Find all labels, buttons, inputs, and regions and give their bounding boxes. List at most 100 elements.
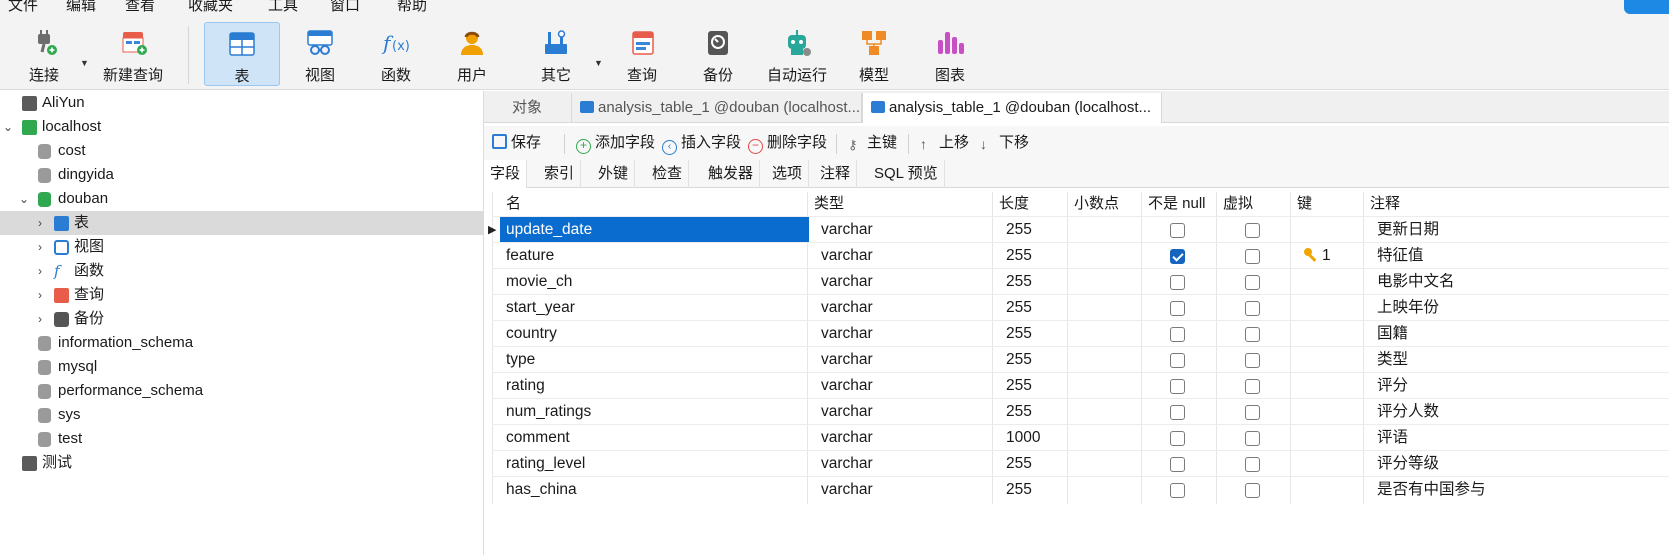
tree-item-aliyun[interactable]: AliYun <box>0 91 484 115</box>
menu-edit[interactable]: 编辑 <box>66 0 96 15</box>
automation-button[interactable]: 自动运行 <box>752 22 842 86</box>
move-up-button[interactable]: ↑ 上移 <box>920 134 969 152</box>
table-row[interactable]: country varchar 255 国籍 <box>492 320 1669 346</box>
tab-comment[interactable]: 注释 <box>814 160 858 188</box>
tree-item-functions[interactable]: › f 函数 <box>0 259 484 283</box>
field-name-cell[interactable]: country <box>500 321 809 347</box>
field-type-cell[interactable]: varchar <box>821 321 873 347</box>
virtual-checkbox[interactable] <box>1245 431 1260 446</box>
virtual-checkbox[interactable] <box>1245 457 1260 472</box>
not-null-checkbox[interactable] <box>1170 223 1185 238</box>
tab-analysis-table-1[interactable]: analysis_table_1 @douban (localhost... <box>572 93 862 123</box>
table-row[interactable]: has_china varchar 255 是否有中国参与 <box>492 476 1669 502</box>
chart-button[interactable]: 图表 <box>912 22 988 86</box>
not-null-checkbox[interactable] <box>1170 431 1185 446</box>
field-length-cell[interactable]: 255 <box>1006 451 1032 477</box>
function-button[interactable]: f (x) 函数 <box>358 22 434 86</box>
field-length-cell[interactable]: 255 <box>1006 373 1032 399</box>
tab-foreign-keys[interactable]: 外键 <box>592 160 636 188</box>
menu-favorites[interactable]: 收藏夹 <box>188 0 233 15</box>
column-header-comment[interactable]: 注释 <box>1370 192 1400 216</box>
field-comment-cell[interactable]: 特征值 <box>1377 243 1424 269</box>
field-name-cell[interactable]: update_date <box>500 217 809 243</box>
tab-analysis-table-1-design[interactable]: analysis_table_1 @douban (localhost... <box>862 93 1162 123</box>
chevron-down-icon[interactable]: ⌄ <box>18 187 30 211</box>
new-query-button[interactable]: 新建查询 <box>88 22 178 86</box>
field-comment-cell[interactable]: 国籍 <box>1377 321 1408 347</box>
table-row[interactable]: rating varchar 255 评分 <box>492 372 1669 398</box>
tab-checks[interactable]: 检查 <box>646 160 690 188</box>
column-header-key[interactable]: 键 <box>1297 192 1312 216</box>
table-row[interactable]: feature varchar 255 1 特征值 <box>492 242 1669 268</box>
field-length-cell[interactable]: 255 <box>1006 321 1032 347</box>
field-comment-cell[interactable]: 电影中文名 <box>1377 269 1455 295</box>
field-comment-cell[interactable]: 类型 <box>1377 347 1408 373</box>
chevron-down-icon[interactable]: ⌄ <box>2 115 14 139</box>
field-comment-cell[interactable]: 评分 <box>1377 373 1408 399</box>
field-length-cell[interactable]: 255 <box>1006 295 1032 321</box>
tab-options[interactable]: 选项 <box>766 160 810 188</box>
tree-item-localhost[interactable]: ⌄ localhost <box>0 115 484 139</box>
virtual-checkbox[interactable] <box>1245 301 1260 316</box>
connect-button[interactable]: 连接 <box>6 22 82 86</box>
column-header-name[interactable]: 名 <box>506 192 521 216</box>
field-type-cell[interactable]: varchar <box>821 477 873 503</box>
field-type-cell[interactable]: varchar <box>821 269 873 295</box>
chevron-right-icon[interactable]: › <box>34 307 46 331</box>
view-button[interactable]: 视图 <box>282 22 358 86</box>
not-null-checkbox[interactable] <box>1170 457 1185 472</box>
field-type-cell[interactable]: varchar <box>821 451 873 477</box>
tab-fields[interactable]: 字段 <box>484 160 528 188</box>
column-header-decimals[interactable]: 小数点 <box>1074 192 1119 216</box>
virtual-checkbox[interactable] <box>1245 327 1260 342</box>
not-null-checkbox[interactable] <box>1170 327 1185 342</box>
virtual-checkbox[interactable] <box>1245 275 1260 290</box>
field-comment-cell[interactable]: 评分等级 <box>1377 451 1439 477</box>
not-null-checkbox[interactable] <box>1170 275 1185 290</box>
menu-view[interactable]: 查看 <box>125 0 155 15</box>
table-row[interactable]: ▶ update_date varchar 255 更新日期 <box>488 216 1669 243</box>
field-name-cell[interactable]: movie_ch <box>500 269 809 295</box>
tree-item-backups[interactable]: › 备份 <box>0 307 484 331</box>
account-button[interactable] <box>1624 0 1669 14</box>
field-name-cell[interactable]: feature <box>500 243 809 269</box>
not-null-checkbox[interactable] <box>1170 301 1185 316</box>
field-name-cell[interactable]: num_ratings <box>500 399 809 425</box>
tree-item-tables[interactable]: › 表 <box>0 211 484 235</box>
table-row[interactable]: type varchar 255 类型 <box>492 346 1669 372</box>
chevron-right-icon[interactable]: › <box>34 283 46 307</box>
column-header-type[interactable]: 类型 <box>814 192 844 216</box>
save-button[interactable]: 保存 <box>492 134 541 152</box>
virtual-checkbox[interactable] <box>1245 249 1260 264</box>
field-type-cell[interactable]: varchar <box>821 295 873 321</box>
field-name-cell[interactable]: start_year <box>500 295 809 321</box>
add-field-button[interactable]: + 添加字段 <box>576 134 655 154</box>
tree-item-mysql[interactable]: mysql <box>0 355 484 379</box>
not-null-checkbox[interactable] <box>1170 405 1185 420</box>
column-header-length[interactable]: 长度 <box>999 192 1029 216</box>
field-length-cell[interactable]: 255 <box>1006 399 1032 425</box>
backup-button[interactable]: 备份 <box>680 22 756 86</box>
field-type-cell[interactable]: varchar <box>821 425 873 451</box>
field-length-cell[interactable]: 255 <box>1006 477 1032 503</box>
tree-item-performance-schema[interactable]: performance_schema <box>0 379 484 403</box>
tree-item-douban[interactable]: ⌄ douban <box>0 187 484 211</box>
field-length-cell[interactable]: 255 <box>1006 269 1032 295</box>
insert-field-button[interactable]: ‹ 插入字段 <box>662 134 741 155</box>
not-null-checkbox[interactable] <box>1170 353 1185 368</box>
tree-item-information-schema[interactable]: information_schema <box>0 331 484 355</box>
virtual-checkbox[interactable] <box>1245 353 1260 368</box>
field-name-cell[interactable]: rating <box>500 373 809 399</box>
column-header-not-null[interactable]: 不是 null <box>1148 192 1206 216</box>
tree-item-views[interactable]: › 视图 <box>0 235 484 259</box>
user-button[interactable]: 用户 <box>434 22 510 86</box>
field-length-cell[interactable]: 1000 <box>1006 425 1040 451</box>
field-length-cell[interactable]: 255 <box>1006 217 1032 243</box>
not-null-checkbox[interactable] <box>1170 379 1185 394</box>
virtual-checkbox[interactable] <box>1245 405 1260 420</box>
menu-tools[interactable]: 工具 <box>268 0 298 15</box>
primary-key-button[interactable]: ⚷ 主键 <box>848 134 897 152</box>
key-cell[interactable]: 1 <box>1304 243 1331 269</box>
move-down-button[interactable]: ↓ 下移 <box>980 134 1029 152</box>
table-row[interactable]: rating_level varchar 255 评分等级 <box>492 450 1669 476</box>
